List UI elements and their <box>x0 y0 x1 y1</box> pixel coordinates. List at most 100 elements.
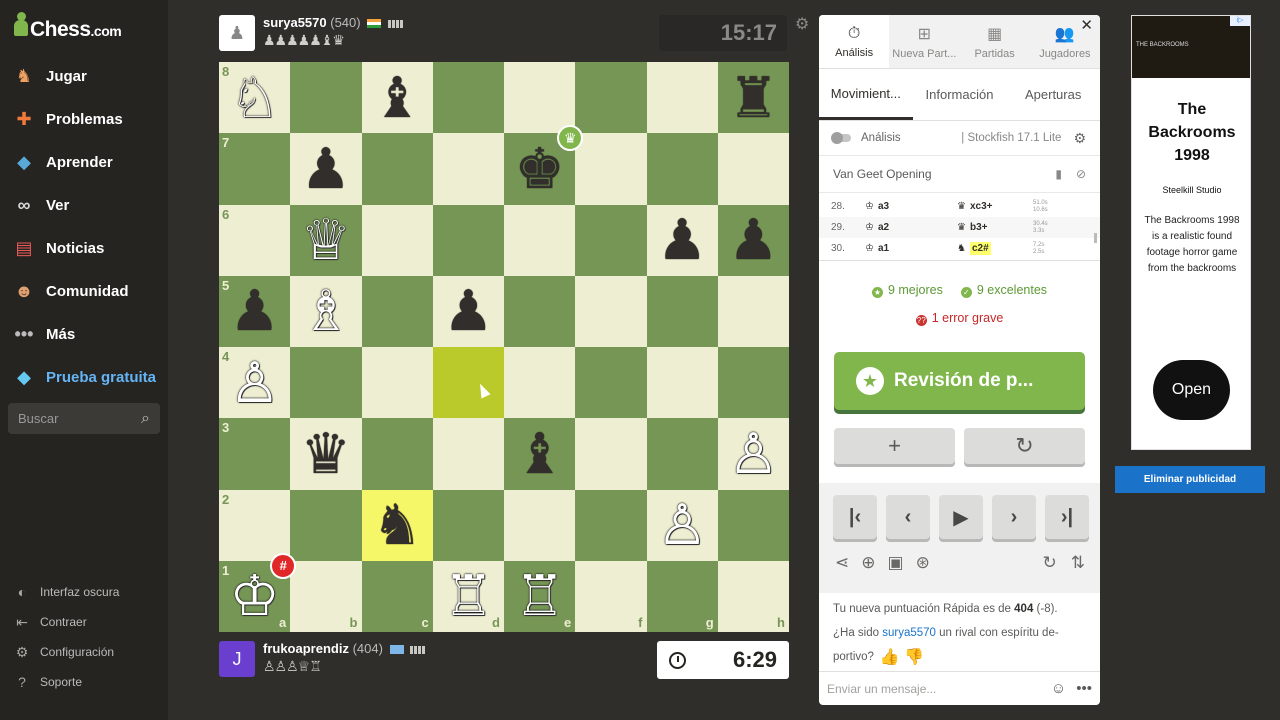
piece-d1[interactable]: ♖ <box>443 568 493 624</box>
square-h4[interactable] <box>717 347 789 419</box>
square-c7[interactable] <box>361 133 433 205</box>
zoom-icon[interactable]: ⊛ <box>916 553 930 573</box>
piece-b5[interactable]: ♗ <box>301 283 351 339</box>
last-move-button[interactable]: ›| <box>1045 495 1089 539</box>
close-icon[interactable]: ✕ <box>1080 16 1093 34</box>
square-a2[interactable]: 2 <box>219 489 291 561</box>
white-move[interactable]: ♔ a3 <box>865 201 957 212</box>
move-list-scrollbar[interactable] <box>1094 199 1097 255</box>
square-g2[interactable]: ♙ <box>646 489 718 561</box>
piece-b7[interactable]: ♟ <box>301 140 351 197</box>
image-icon[interactable]: ▣ <box>888 553 904 573</box>
square-h3[interactable]: ♙ <box>717 418 789 490</box>
nav-comunidad[interactable]: ☻ Comunidad <box>0 270 168 313</box>
square-f4[interactable] <box>575 347 647 419</box>
square-b2[interactable] <box>290 489 362 561</box>
square-c3[interactable] <box>361 418 433 490</box>
square-c2[interactable]: ♞ <box>361 489 433 561</box>
square-e7[interactable]: ♚ ♛ <box>504 125 584 205</box>
nav-aprender[interactable]: ◆ Aprender <box>0 141 168 184</box>
square-b6[interactable]: ♕ <box>290 204 362 276</box>
piece-e7[interactable]: ♚ <box>515 140 565 197</box>
gear-icon[interactable]: ⚙ <box>795 14 809 34</box>
piece-d5[interactable]: ♟ <box>443 283 493 339</box>
piece-e1[interactable]: ♖ <box>515 568 565 624</box>
square-e4[interactable] <box>504 347 576 419</box>
piece-a5[interactable]: ♟ <box>230 283 280 339</box>
square-d6[interactable] <box>432 204 504 276</box>
tab-partidas[interactable]: ▦ Partidas <box>960 15 1030 68</box>
square-c6[interactable] <box>361 204 433 276</box>
square-f6[interactable] <box>575 204 647 276</box>
add-game-icon[interactable]: ⊕ <box>861 553 875 573</box>
square-h2[interactable] <box>717 489 789 561</box>
settings-link[interactable]: ⚙ Configuración <box>0 637 168 667</box>
square-d5[interactable]: ♟ <box>432 275 504 347</box>
square-h6[interactable]: ♟ <box>717 204 789 276</box>
thumbs-up-icon[interactable]: 👍 <box>880 649 900 666</box>
thumbs-down-icon[interactable]: 👎 <box>904 649 924 666</box>
square-a5[interactable]: 5 ♟ <box>219 275 291 347</box>
square-b1[interactable]: b <box>290 560 362 632</box>
piece-g6[interactable]: ♟ <box>657 212 707 268</box>
more-icon[interactable]: ••• <box>1076 680 1092 697</box>
square-d4[interactable] <box>432 347 504 419</box>
black-move[interactable]: ♛ b3+ <box>957 222 1033 233</box>
chess-board[interactable]: 8 ♘ ♝ ♜ 7 ♟ ♚ ♛ 6 ♕ ♟ ♟ 5 ♟ ♗ ♟ 4 ♙ 3 ♛ ♝ ♙ 2 ♞ ♙ 1 a ♔ # b c d ♖ e ♖ f g h <box>219 62 789 632</box>
square-g8[interactable] <box>646 62 718 134</box>
emoji-icon[interactable]: ☺ <box>1051 680 1066 697</box>
nav-ver[interactable]: ∞ Ver <box>0 184 168 227</box>
white-move[interactable]: ♔ a2 <box>865 222 957 233</box>
square-a7[interactable]: 7 <box>219 133 291 205</box>
square-f8[interactable] <box>575 62 647 134</box>
square-c8[interactable]: ♝ <box>361 62 433 134</box>
square-a8[interactable]: 8 ♘ <box>219 62 291 134</box>
support-link[interactable]: ? Soporte <box>0 667 168 697</box>
tab-analisis[interactable]: ⏱ Análisis <box>819 15 890 68</box>
square-f1[interactable]: f <box>575 560 647 632</box>
avatar[interactable]: J <box>219 641 255 677</box>
square-e5[interactable] <box>504 275 576 347</box>
square-a1[interactable]: 1 a ♔ # <box>219 552 297 632</box>
square-h7[interactable] <box>717 133 789 205</box>
piece-a8[interactable]: ♘ <box>230 69 280 126</box>
square-g7[interactable] <box>646 133 718 205</box>
piece-b6[interactable]: ♕ <box>301 212 351 268</box>
prev-move-button[interactable]: ‹ <box>886 495 930 539</box>
square-d1[interactable]: d ♖ <box>432 560 504 632</box>
piece-h8[interactable]: ♜ <box>728 69 778 126</box>
piece-c8[interactable]: ♝ <box>372 69 422 126</box>
gear-icon[interactable]: ⚙ <box>1073 130 1086 147</box>
black-move[interactable]: ♛ xc3+ <box>957 201 1033 212</box>
square-h5[interactable] <box>717 275 789 347</box>
chesscom-logo[interactable]: Chess.com <box>14 12 122 42</box>
dark-mode-toggle[interactable]: ◐ Interfaz oscura <box>0 577 168 607</box>
square-g6[interactable]: ♟ <box>646 204 718 276</box>
piece-h3[interactable]: ♙ <box>728 425 778 482</box>
square-h8[interactable]: ♜ <box>717 62 789 134</box>
square-f2[interactable] <box>575 489 647 561</box>
square-g3[interactable] <box>646 418 718 490</box>
square-c1[interactable]: c <box>361 560 433 632</box>
player-name[interactable]: surya5570 <box>263 15 327 30</box>
square-g5[interactable] <box>646 275 718 347</box>
nav-noticias[interactable]: ▤ Noticias <box>0 227 168 270</box>
share-icon[interactable]: ⋖ <box>835 553 849 573</box>
tab-nueva-partida[interactable]: ⊞ Nueva Part... <box>889 15 959 68</box>
compass-icon[interactable]: ⊘ <box>1076 167 1086 181</box>
game-review-button[interactable]: ★ Revisión de p... <box>834 352 1085 410</box>
new-game-button[interactable]: + <box>834 428 955 464</box>
opponent-link[interactable]: surya5570 <box>882 627 936 639</box>
remove-ads-button[interactable]: Eliminar publicidad <box>1115 466 1265 493</box>
square-b3[interactable]: ♛ <box>290 418 362 490</box>
search-icon[interactable]: ⌕ <box>141 410 150 428</box>
square-a3[interactable]: 3 <box>219 418 291 490</box>
piece-a4[interactable]: ♙ <box>230 354 280 411</box>
collapse-button[interactable]: ⇤ Contraer <box>0 607 168 637</box>
adchoices-icon[interactable]: i▷ <box>1230 16 1250 26</box>
player-name[interactable]: frukoaprendiz <box>263 641 349 656</box>
square-b7[interactable]: ♟ <box>290 133 362 205</box>
square-g4[interactable] <box>646 347 718 419</box>
subtab-informacion[interactable]: Información <box>913 69 1007 120</box>
analysis-toggle[interactable] <box>831 132 851 144</box>
